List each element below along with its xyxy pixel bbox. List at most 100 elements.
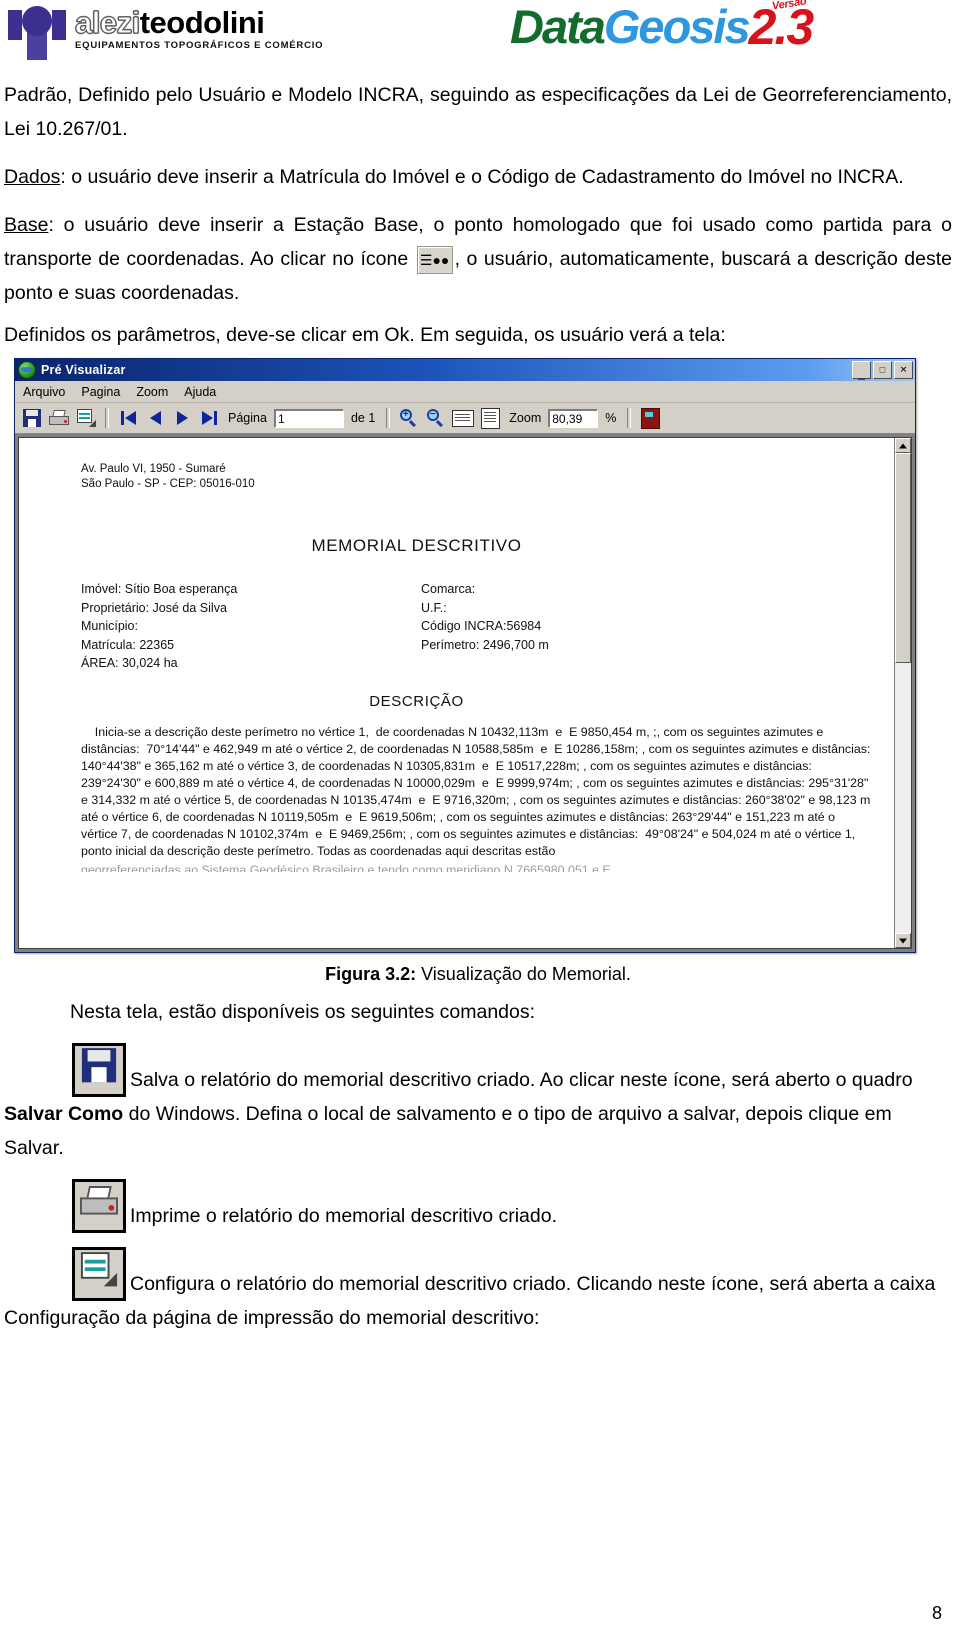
- address-line-2: São Paulo - SP - CEP: 05016-010: [81, 478, 255, 490]
- alezi-teodolini-logo: aleziteodolini EQUIPAMENTOS TOPOGRÁFICOS…: [8, 4, 323, 60]
- close-icon: ✕: [899, 364, 908, 375]
- scroll-down-icon[interactable]: [895, 933, 911, 948]
- field-area: ÁREA: 30,024 ha: [81, 656, 178, 670]
- page-header: aleziteodolini EQUIPAMENTOS TOPOGRÁFICOS…: [0, 0, 960, 78]
- paragraph-base: Base: o usuário deve inserir a Estação B…: [4, 208, 952, 310]
- maximize-icon: □: [879, 364, 886, 375]
- previous-page-icon[interactable]: [143, 406, 167, 430]
- fit-width-icon[interactable]: [451, 406, 475, 430]
- save-report-icon[interactable]: [72, 1043, 126, 1097]
- label-base: Base: [4, 214, 49, 236]
- preview-vertical-scrollbar[interactable]: [894, 438, 911, 948]
- window-menu-bar: Arquivo Pagina Zoom Ajuda: [15, 381, 915, 403]
- alezi-wordmark: aleziteodolini: [75, 5, 323, 40]
- zoom-out-icon[interactable]: −: [424, 406, 448, 430]
- page-total-label: de 1: [350, 411, 376, 425]
- field-comarca: Comarca:: [421, 582, 476, 596]
- page-label: Página: [228, 411, 267, 425]
- figure-caption-text: Visualização do Memorial.: [416, 964, 631, 984]
- last-page-icon[interactable]: [197, 406, 221, 430]
- document-fields: Imóvel: Sítio Boa esperança Proprietário…: [81, 580, 872, 673]
- page-setup-icon[interactable]: [74, 406, 98, 430]
- window-client-area: Av. Paulo VI, 1950 - Sumaré São Paulo - …: [15, 434, 915, 952]
- command-save-text-a: Salva o relatório do memorial descritivo…: [130, 1069, 913, 1091]
- print-icon[interactable]: [47, 406, 71, 430]
- command-config-text: Configura o relatório do memorial descri…: [4, 1273, 936, 1329]
- document-body: Padrão, Definido pelo Usuário e Modelo I…: [0, 78, 960, 352]
- page-number: 8: [931, 1603, 942, 1623]
- field-imovel: Imóvel: Sítio Boa esperança: [81, 582, 238, 596]
- fit-page-icon[interactable]: [478, 406, 502, 430]
- paragraph-definidos: Definidos os parâmetros, deve-se clicar …: [4, 324, 726, 346]
- field-uf: U.F.:: [421, 600, 447, 615]
- zoom-value-input[interactable]: 80,39: [548, 408, 599, 428]
- minimize-button[interactable]: _: [852, 361, 871, 379]
- window-title-text: Pré Visualizar: [41, 363, 126, 377]
- document-description-title: DESCRIÇÃO: [369, 692, 464, 710]
- window-toolbar: Página 1 de 1 + − Zoom 80,39 %: [15, 403, 915, 434]
- document-address: Av. Paulo VI, 1950 - Sumaré São Paulo - …: [81, 462, 872, 492]
- scroll-up-icon[interactable]: [895, 438, 911, 453]
- field-proprietario: Proprietário: José da Silva: [81, 600, 227, 615]
- paragraph-nesta-tela: Nesta tela, estão disponíveis os seguint…: [70, 1001, 536, 1023]
- window-controls: _ □ ✕: [852, 361, 913, 379]
- figure-caption-number: Figura 3.2:: [325, 964, 417, 984]
- menu-item-ajuda[interactable]: Ajuda: [184, 385, 216, 399]
- zoom-in-icon[interactable]: +: [397, 406, 421, 430]
- datageosis-word-data: Data: [510, 0, 606, 53]
- figure-caption: Figura 3.2: Visualização do Memorial.: [4, 961, 952, 987]
- document-body-lower: Figura 3.2: Visualização do Memorial. Ne…: [0, 961, 960, 1335]
- command-save-text-b: do Windows. Defina o local de salvamento…: [4, 1103, 892, 1159]
- scrollbar-thumb[interactable]: [895, 453, 911, 663]
- zoom-label: Zoom: [509, 411, 542, 425]
- next-page-icon[interactable]: [170, 406, 194, 430]
- datageosis-word-geosis: Geosis: [603, 0, 751, 53]
- command-save-text: Salva o relatório do memorial descritivo…: [4, 1069, 913, 1159]
- binoculars-icon[interactable]: ☰●●: [416, 245, 453, 274]
- first-page-icon[interactable]: [116, 406, 140, 430]
- document-fields-left: Imóvel: Sítio Boa esperança Proprietário…: [81, 580, 421, 673]
- alezi-wordmark-solid: teodolini: [139, 5, 265, 40]
- config-report-icon[interactable]: [72, 1247, 126, 1301]
- command-print-text: Imprime o relatório do memorial descriti…: [130, 1205, 557, 1227]
- command-save-bold: Salvar Como: [4, 1103, 124, 1125]
- menu-item-pagina[interactable]: Pagina: [81, 385, 120, 399]
- minimize-icon: _: [858, 366, 865, 381]
- percent-label: %: [605, 411, 617, 425]
- document-description-text: Inicia-se a descrição deste perímetro no…: [81, 724, 874, 858]
- maximize-button[interactable]: □: [873, 361, 892, 379]
- exit-icon[interactable]: [638, 406, 662, 430]
- command-print-block: Imprime o relatório do memorial descriti…: [4, 1179, 952, 1233]
- menu-item-arquivo[interactable]: Arquivo: [23, 385, 65, 399]
- toolbar-separator-3: [627, 408, 632, 428]
- print-report-glyph: [80, 1186, 118, 1226]
- binoculars-glyph: ☰●●: [419, 251, 450, 268]
- menu-item-zoom[interactable]: Zoom: [136, 385, 168, 399]
- field-municipio: Município:: [81, 619, 138, 633]
- paragraph-dados: Dados: o usuário deve inserir a Matrícul…: [4, 160, 952, 194]
- address-line-1: Av. Paulo VI, 1950 - Sumaré: [81, 463, 226, 475]
- print-report-icon[interactable]: [72, 1179, 126, 1233]
- page-number-input[interactable]: 1: [273, 408, 344, 428]
- preview-viewport: Av. Paulo VI, 1950 - Sumaré São Paulo - …: [18, 437, 912, 949]
- document-fields-right: Comarca: U.F.: Código INCRA:56984 Períme…: [421, 580, 872, 673]
- document-title: MEMORIAL DESCRITIVO: [311, 536, 522, 555]
- paragraph-dados-text: : o usuário deve inserir a Matrícula do …: [60, 166, 904, 188]
- toolbar-separator-2: [386, 408, 391, 428]
- scrollbar-track[interactable]: [895, 453, 911, 933]
- paragraph-padrao: Padrão, Definido pelo Usuário e Modelo I…: [4, 84, 952, 140]
- document-description-clipped: georreferenciadas ao Sistema Geodésico B…: [81, 862, 611, 872]
- window-title-bar[interactable]: Pré Visualizar _ □ ✕: [15, 359, 915, 381]
- pre-visualizar-window: Pré Visualizar _ □ ✕ Arquivo Pagina Zoom…: [14, 358, 916, 953]
- config-report-glyph: [80, 1252, 118, 1296]
- field-matricula: Matrícula: 22365: [81, 637, 175, 652]
- save-report-glyph: [81, 1048, 117, 1092]
- field-perimetro: Perímetro: 2496,700 m: [421, 637, 549, 652]
- command-config-block: Configura o relatório do memorial descri…: [4, 1247, 952, 1335]
- close-button[interactable]: ✕: [894, 361, 913, 379]
- app-globe-icon: [18, 361, 36, 379]
- alezi-tagline: EQUIPAMENTOS TOPOGRÁFICOS E COMÉRCIO: [75, 40, 324, 51]
- preview-document-page: Av. Paulo VI, 1950 - Sumaré São Paulo - …: [19, 438, 894, 948]
- command-save-block: Salva o relatório do memorial descritivo…: [4, 1043, 952, 1165]
- save-icon[interactable]: [20, 406, 44, 430]
